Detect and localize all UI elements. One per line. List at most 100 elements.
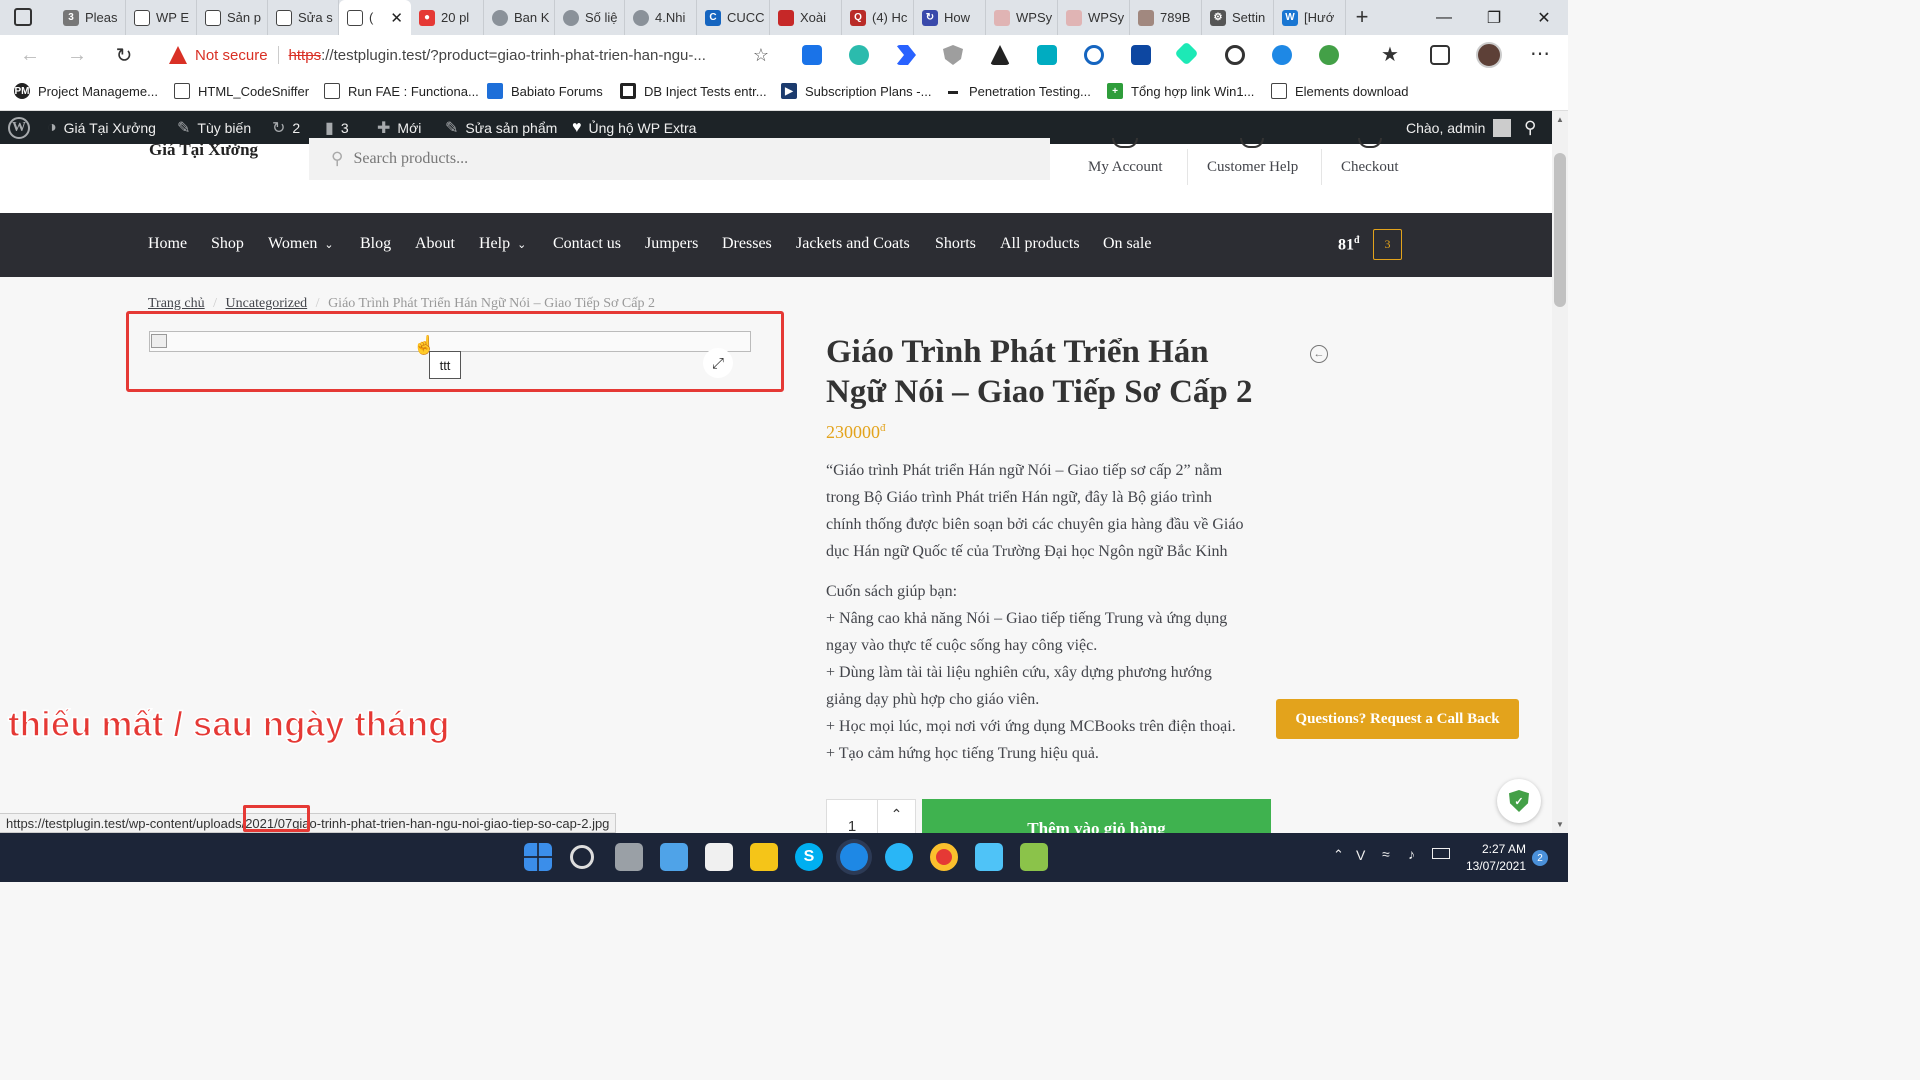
extension-2-icon[interactable]: [849, 45, 869, 65]
browser-tab[interactable]: 789B: [1130, 0, 1202, 35]
admin-search-icon[interactable]: ⚲: [1524, 111, 1536, 144]
menu-item-shop[interactable]: Shop: [211, 235, 244, 253]
browser-tab[interactable]: Ban K: [484, 0, 555, 35]
volume-icon[interactable]: ♪: [1408, 846, 1415, 862]
header-link-customer-help[interactable]: Customer Help: [1207, 159, 1298, 176]
maximize-icon[interactable]: ❐: [1470, 0, 1518, 35]
site-logo[interactable]: Giá Tại Xưởng: [149, 140, 258, 160]
bookmark-item[interactable]: + Tổng hợp link Win1...: [1107, 83, 1254, 99]
battery-icon[interactable]: [1432, 848, 1450, 859]
start-icon[interactable]: [524, 843, 552, 871]
browser-tab[interactable]: ⚙ Settin: [1202, 0, 1274, 35]
admin-site-name[interactable]: ◑ Giá Tại Xưởng: [47, 111, 156, 144]
menu-item-jackets[interactable]: Jackets and Coats: [796, 235, 910, 253]
scroll-down-icon[interactable]: ▼: [1556, 820, 1564, 829]
back-arrow-icon[interactable]: ←: [1310, 345, 1328, 363]
browser-tab[interactable]: Sản p: [197, 0, 268, 35]
admin-updates[interactable]: ↻ 2: [272, 111, 300, 144]
menu-item-home[interactable]: Home: [148, 235, 187, 253]
search-taskbar-icon[interactable]: [570, 845, 594, 869]
cart-total[interactable]: 81đ: [1338, 235, 1360, 254]
quantity-up-icon[interactable]: ⌃: [878, 799, 916, 833]
scroll-up-icon[interactable]: ▲: [1556, 115, 1564, 124]
menu-item-help[interactable]: Help ⌄: [479, 235, 526, 253]
minimize-icon[interactable]: —: [1420, 0, 1468, 35]
browser-tab[interactable]: WP E: [126, 0, 197, 35]
wordpress-logo-icon[interactable]: W: [8, 111, 30, 144]
browser-tab[interactable]: Sửa s: [268, 0, 339, 35]
skype-icon[interactable]: S: [795, 843, 823, 871]
clock-time[interactable]: 2:27 AM: [1466, 842, 1526, 856]
extension-6-icon[interactable]: [1037, 45, 1057, 65]
profile-avatar[interactable]: [1476, 42, 1502, 68]
extension-3-icon[interactable]: [896, 45, 916, 65]
product-search-field[interactable]: ⚲ Search products...: [309, 138, 1050, 180]
bird-app-icon[interactable]: [885, 843, 913, 871]
menu-item-shorts[interactable]: Shorts: [935, 235, 976, 253]
bookmark-item[interactable]: Elements download: [1271, 83, 1408, 99]
task-view-icon[interactable]: [615, 843, 643, 871]
address-bar[interactable]: Not secure https ://testplugin.test/?pro…: [157, 39, 781, 71]
forward-icon[interactable]: →: [63, 41, 91, 69]
extension-9-icon[interactable]: [1174, 41, 1199, 66]
widgets-icon[interactable]: [660, 843, 688, 871]
new-tab-icon[interactable]: +: [1348, 3, 1376, 31]
breadcrumb-home[interactable]: Trang chủ: [148, 296, 205, 311]
extension-10-icon[interactable]: [1225, 45, 1245, 65]
extension-1-icon[interactable]: [802, 45, 822, 65]
menu-item-all-products[interactable]: All products: [1000, 235, 1080, 253]
close-window-icon[interactable]: ✕: [1520, 0, 1568, 35]
tab-actions-icon[interactable]: [14, 8, 32, 26]
tray-v-icon[interactable]: V: [1356, 847, 1365, 863]
browser-tab[interactable]: WPSy: [1058, 0, 1130, 35]
browser-tab[interactable]: Q (4) Hc: [842, 0, 914, 35]
browser-tab[interactable]: (✕: [339, 0, 411, 35]
menu-item-about[interactable]: About: [415, 235, 455, 253]
bookmark-item[interactable]: DB Inject Tests entr...: [620, 83, 767, 99]
scrollbar-thumb[interactable]: [1554, 153, 1566, 307]
reload-icon[interactable]: ↻: [110, 41, 138, 69]
extension-11-icon[interactable]: [1272, 45, 1292, 65]
browser-tab[interactable]: 4.Nhi: [625, 0, 697, 35]
menu-item-dresses[interactable]: Dresses: [722, 235, 772, 253]
settings-more-icon[interactable]: ⋯: [1530, 41, 1551, 66]
file-explorer-icon[interactable]: [750, 843, 778, 871]
notification-badge[interactable]: 2: [1532, 850, 1548, 866]
image-app-icon[interactable]: [1020, 843, 1048, 871]
header-link-checkout[interactable]: Checkout: [1341, 159, 1399, 176]
extension-8-icon[interactable]: [1131, 45, 1151, 65]
browser-tab[interactable]: 3 Pleas: [55, 0, 126, 35]
breadcrumb-category[interactable]: Uncategorized: [226, 296, 308, 311]
bookmark-item[interactable]: HTML_CodeSniffer: [174, 83, 309, 99]
extension-12-icon[interactable]: [1319, 45, 1339, 65]
extension-5-icon[interactable]: [990, 45, 1010, 65]
menu-item-contact[interactable]: Contact us: [553, 235, 621, 253]
store-icon[interactable]: [705, 843, 733, 871]
shield-extension-icon[interactable]: [943, 45, 963, 65]
chrome-icon[interactable]: [930, 843, 958, 871]
edge-icon[interactable]: [840, 843, 868, 871]
bookmark-item[interactable]: Run FAE : Functiona...: [324, 83, 479, 99]
extension-7-icon[interactable]: [1084, 45, 1104, 65]
favorites-icon[interactable]: ★: [1381, 42, 1399, 67]
tray-chevron-icon[interactable]: ⌃: [1333, 847, 1344, 863]
clock-date[interactable]: 13/07/2021: [1458, 859, 1526, 873]
menu-item-on-sale[interactable]: On sale: [1103, 235, 1151, 253]
security-label[interactable]: Not secure: [195, 47, 268, 64]
browser-tab[interactable]: W [Hướ: [1274, 0, 1346, 35]
bookmark-item[interactable]: ▶ Subscription Plans -...: [781, 83, 931, 99]
menu-item-women[interactable]: Women ⌄: [268, 235, 334, 253]
browser-tab[interactable]: ↻ How: [914, 0, 986, 35]
browser-tab[interactable]: WPSy: [986, 0, 1058, 35]
browser-tab[interactable]: Số liệ: [555, 0, 625, 35]
browser-tab[interactable]: Xoài: [770, 0, 842, 35]
bookmark-item[interactable]: PM Project Manageme...: [14, 83, 158, 99]
bookmark-item[interactable]: Babiato Forums: [487, 83, 603, 99]
wifi-icon[interactable]: ≈: [1382, 846, 1390, 862]
page-scrollbar[interactable]: ▲ ▼: [1552, 111, 1568, 833]
menu-item-jumpers[interactable]: Jumpers: [645, 235, 698, 253]
remote-app-icon[interactable]: [975, 843, 1003, 871]
browser-tab[interactable]: C CUCC: [697, 0, 770, 35]
warning-icon[interactable]: [169, 46, 187, 64]
cart-count-badge[interactable]: 3: [1373, 229, 1402, 260]
